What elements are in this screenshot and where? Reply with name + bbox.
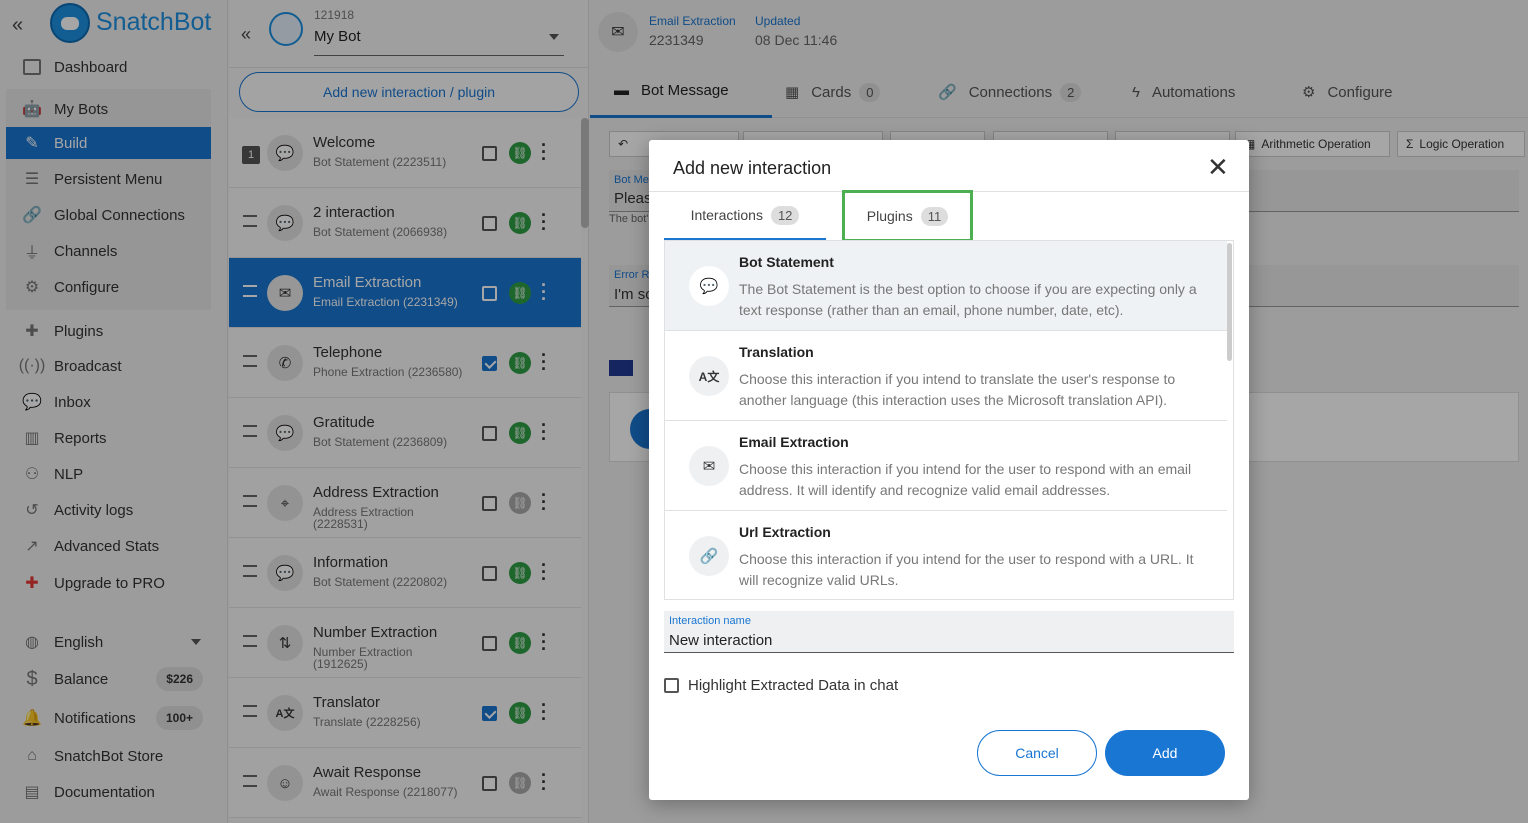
field-label: Interaction name xyxy=(669,615,751,627)
chat-bubble-icon: 💬 xyxy=(689,266,729,306)
item-title: Bot Statement xyxy=(739,254,834,270)
envelope-icon: ✉ xyxy=(689,446,729,486)
highlight-option[interactable]: Highlight Extracted Data in chat xyxy=(664,677,898,694)
item-description: The Bot Statement is the best option to … xyxy=(739,281,1197,318)
interaction-name-field[interactable]: Interaction name New interaction xyxy=(664,611,1234,653)
item-title: Email Extraction xyxy=(739,434,849,450)
cancel-button[interactable]: Cancel xyxy=(977,730,1097,776)
interaction-type-list: 💬 Bot Statement The Bot Statement is the… xyxy=(664,240,1234,600)
list-item-bot-statement[interactable]: 💬 Bot Statement The Bot Statement is the… xyxy=(665,241,1227,331)
translate-icon: A文 xyxy=(689,356,729,396)
item-description: Choose this interaction if you intend fo… xyxy=(739,551,1194,588)
highlight-checkbox[interactable] xyxy=(664,678,679,693)
item-title: Translation xyxy=(739,344,814,360)
item-description: Choose this interaction if you intend fo… xyxy=(739,461,1192,498)
field-value: New interaction xyxy=(669,632,773,649)
list-scrollbar[interactable] xyxy=(1227,243,1232,361)
item-title: Url Extraction xyxy=(739,524,831,540)
tab-label: Interactions xyxy=(690,207,763,223)
list-item-url-extraction[interactable]: 🔗 Url Extraction Choose this interaction… xyxy=(665,511,1227,599)
dialog-title: Add new interaction xyxy=(673,158,832,178)
list-item-translation[interactable]: A文 Translation Choose this interaction i… xyxy=(665,331,1227,421)
plugins-tab-highlight xyxy=(842,190,973,242)
add-interaction-dialog: Add new interaction ✕ Interactions 12 Pl… xyxy=(649,140,1249,800)
add-button[interactable]: Add xyxy=(1105,730,1225,776)
close-icon[interactable]: ✕ xyxy=(1207,154,1229,180)
list-item-email-extraction[interactable]: ✉ Email Extraction Choose this interacti… xyxy=(665,421,1227,511)
tab-count: 12 xyxy=(770,205,800,225)
tab-interactions[interactable]: Interactions 12 xyxy=(664,192,826,240)
item-description: Choose this interaction if you intend to… xyxy=(739,371,1176,408)
link-icon: 🔗 xyxy=(689,536,729,576)
checkbox-label: Highlight Extracted Data in chat xyxy=(688,677,899,694)
